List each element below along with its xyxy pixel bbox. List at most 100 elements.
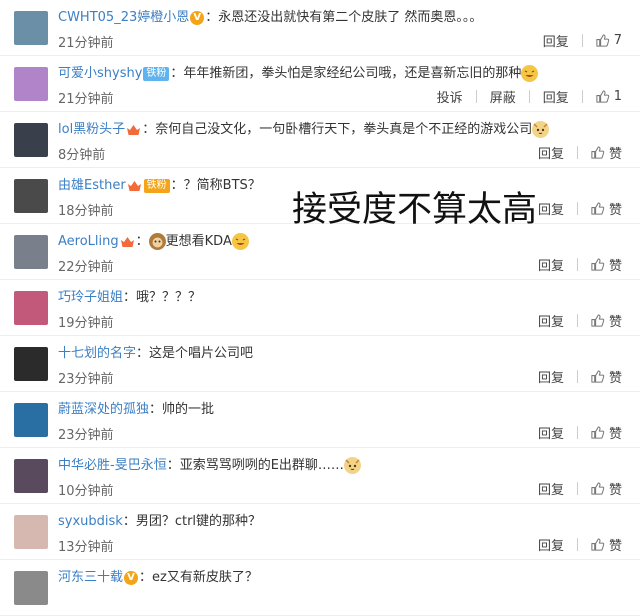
like-button[interactable]: 赞 xyxy=(590,255,622,274)
divider xyxy=(576,201,578,215)
member-crown-icon xyxy=(120,236,135,248)
username-link[interactable]: 由雄Esther xyxy=(58,178,126,193)
action-reply-link[interactable]: 回复 xyxy=(537,311,565,330)
avatar[interactable] xyxy=(14,571,48,605)
comment-time: 22分钟前 xyxy=(58,260,114,275)
comment-time: 13分钟前 xyxy=(58,540,114,555)
avatar[interactable] xyxy=(14,403,48,437)
username-link[interactable]: 巧玲子姐姐 xyxy=(58,290,123,305)
comment-line: 河东三十载 V ：ez又有新皮肤了？ xyxy=(58,569,630,587)
like-count: 赞 xyxy=(608,370,622,386)
username-link[interactable]: lol黑粉头子 xyxy=(58,122,125,137)
like-count: 赞 xyxy=(608,314,622,330)
action-reply-link[interactable]: 回复 xyxy=(537,199,565,218)
laughing-emoji-icon xyxy=(521,65,539,82)
avatar[interactable] xyxy=(14,459,48,493)
username-link[interactable]: 河东三十载 xyxy=(58,570,123,585)
action-reply-link[interactable]: 回复 xyxy=(537,255,565,274)
username-link[interactable]: syxubdisk xyxy=(58,514,123,529)
avatar[interactable] xyxy=(14,291,48,325)
comment-text: ： xyxy=(135,234,149,249)
thumbs-up-icon xyxy=(590,369,605,384)
comment-text: ：？简称BTS？ xyxy=(170,178,261,193)
username-link[interactable]: CWHT05_23婷橙小恩 xyxy=(58,10,189,25)
like-button[interactable]: 赞 xyxy=(590,143,622,162)
comment-text: ：亚索骂骂咧咧的E出群聊…… xyxy=(166,458,344,473)
cat-emoji-icon xyxy=(343,457,361,474)
thumbs-up-icon xyxy=(590,537,605,552)
verified-vip-icon: V xyxy=(124,570,139,585)
action-reply-link[interactable]: 回复 xyxy=(542,31,570,50)
comment-text: ：男团？ctrl键的那种？ xyxy=(122,514,262,529)
verified-vip-icon: V xyxy=(190,10,205,25)
divider xyxy=(576,537,578,551)
fan-badge: 铁粉 xyxy=(143,66,170,81)
divider xyxy=(576,145,578,159)
comment-item: lol黑粉头子 ：奈何自己没文化，一句卧槽行天下，拳头真是个不正经的游戏公司 8分钟… xyxy=(0,112,640,168)
comment-time: 23分钟前 xyxy=(58,372,114,387)
like-count: 赞 xyxy=(608,202,622,218)
like-button[interactable]: 赞 xyxy=(590,479,622,498)
action-reply-link[interactable]: 回复 xyxy=(537,367,565,386)
like-button[interactable]: 赞 xyxy=(590,311,622,330)
fan-badge: 铁粉 xyxy=(143,178,170,193)
comment-item: syxubdisk：男团？ctrl键的那种？ 13分钟前 回复 赞 xyxy=(0,504,640,560)
comment-item: 十七划的名字：这是个唱片公司吧 23分钟前 回复 赞 xyxy=(0,336,640,392)
like-button[interactable]: 赞 xyxy=(590,199,622,218)
comment-time: 8分钟前 xyxy=(58,148,106,163)
avatar[interactable] xyxy=(14,11,48,45)
divider xyxy=(581,33,583,47)
username-link[interactable]: 十七划的名字 xyxy=(58,346,136,361)
like-button[interactable]: 赞 xyxy=(590,367,622,386)
comment-time: 23分钟前 xyxy=(58,428,114,443)
overlay-caption: 接受度不算太高 xyxy=(292,190,538,230)
comment-line: lol黑粉头子 ：奈何自己没文化，一句卧槽行天下，拳头真是个不正经的游戏公司 xyxy=(58,121,630,139)
comment-item: AeroLling ： 更想看KDA 22分钟前 回复 赞 xyxy=(0,224,640,280)
like-button[interactable]: 赞 xyxy=(590,535,622,554)
like-count: 1 xyxy=(613,88,622,104)
action-block-link[interactable]: 屏蔽 xyxy=(489,87,517,106)
like-button[interactable]: 赞 xyxy=(590,423,622,442)
comment-actions: 回复 赞 xyxy=(537,199,622,218)
username-link[interactable]: AeroLling xyxy=(58,234,119,249)
avatar[interactable] xyxy=(14,123,48,157)
comment-actions: 回复 赞 xyxy=(537,367,622,386)
username-link[interactable]: 蔚蓝深处的孤独 xyxy=(58,402,149,417)
action-reply-link[interactable]: 回复 xyxy=(537,479,565,498)
avatar[interactable] xyxy=(14,67,48,101)
comment-text-rest: 更想看KDA xyxy=(165,234,232,249)
action-reply-link[interactable]: 回复 xyxy=(542,87,570,106)
like-count: 赞 xyxy=(608,538,622,554)
avatar[interactable] xyxy=(14,515,48,549)
like-button[interactable]: 7 xyxy=(595,33,622,48)
action-reply-link[interactable]: 回复 xyxy=(537,143,565,162)
comment-text: ：ez又有新皮肤了？ xyxy=(139,570,258,585)
comment-line: 可爱小shyshy 铁粉 ：年年推新团，拳头怕是家经纪公司哦，还是喜新忘旧的那种 xyxy=(58,65,630,83)
comment-actions: 回复 赞 xyxy=(537,311,622,330)
comment-line: 中华必胜-旻巴永恒：亚索骂骂咧咧的E出群聊…… xyxy=(58,457,630,475)
divider xyxy=(576,369,578,383)
avatar[interactable] xyxy=(14,347,48,381)
comment-actions: 回复 赞 xyxy=(537,423,622,442)
thumbs-up-icon xyxy=(590,313,605,328)
comment-text: ：这是个唱片公司吧 xyxy=(136,346,254,361)
comment-text: ：年年推新团，拳头怕是家经纪公司哦，还是喜新忘旧的那种 xyxy=(170,66,522,81)
comment-item: 可爱小shyshy 铁粉 ：年年推新团，拳头怕是家经纪公司哦，还是喜新忘旧的那种 21… xyxy=(0,56,640,112)
action-reply-link[interactable]: 回复 xyxy=(537,535,565,554)
comment-item: 中华必胜-旻巴永恒：亚索骂骂咧咧的E出群聊…… 10分钟前 回复 赞 xyxy=(0,448,640,504)
avatar[interactable] xyxy=(14,235,48,269)
like-button[interactable]: 1 xyxy=(595,89,622,104)
avatar[interactable] xyxy=(14,179,48,213)
cat-emoji-icon xyxy=(532,121,550,138)
action-report-link[interactable]: 投诉 xyxy=(436,87,464,106)
comment-time: 18分钟前 xyxy=(58,204,114,219)
divider xyxy=(576,481,578,495)
comment-item: 蔚蓝深处的孤独：帅的一批 23分钟前 回复 赞 xyxy=(0,392,640,448)
comment-time: 10分钟前 xyxy=(58,484,114,499)
username-link[interactable]: 可爱小shyshy xyxy=(58,66,142,81)
divider xyxy=(576,425,578,439)
like-count: 赞 xyxy=(608,258,622,274)
divider xyxy=(581,89,583,103)
username-link[interactable]: 中华必胜-旻巴永恒 xyxy=(58,458,167,473)
action-reply-link[interactable]: 回复 xyxy=(537,423,565,442)
